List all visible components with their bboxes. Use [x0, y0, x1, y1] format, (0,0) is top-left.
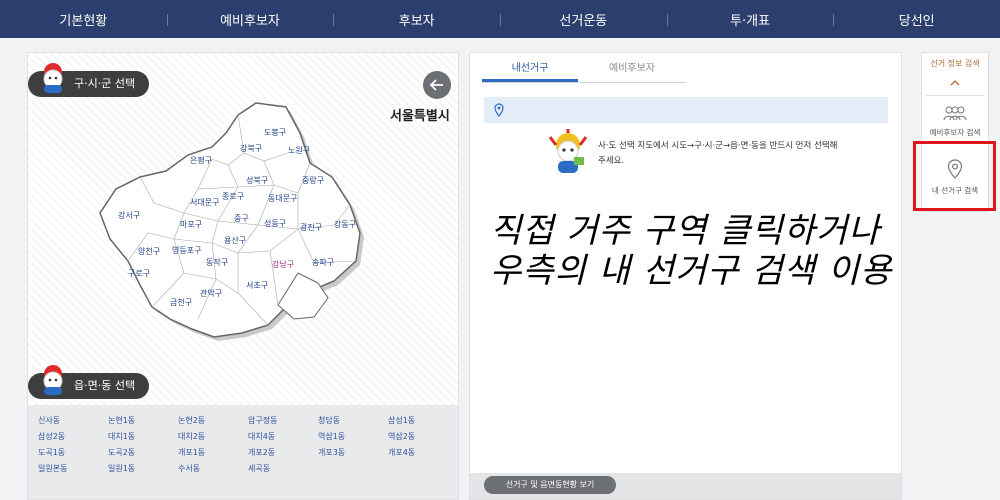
district-label[interactable]: 강북구	[240, 143, 262, 153]
nav-voting-counting[interactable]: 투·개표	[666, 10, 834, 29]
mascot-icon	[43, 365, 63, 395]
annotation-line-1: 직접 거주 구역 클릭하거나	[490, 211, 881, 251]
arrow-left-icon	[429, 79, 443, 91]
dong-item[interactable]: 대치4동	[248, 431, 318, 443]
dong-list-area: 신사동 논현1동 논현2동 압구정동 청담동 삼성1동 삼성2동 대치1동 대치2동 대치4동 역삼…	[28, 405, 458, 499]
district-label[interactable]: 종로구	[222, 192, 244, 201]
district-label[interactable]: 동작구	[206, 257, 228, 267]
people-icon	[943, 106, 967, 121]
district-label[interactable]: 은평구	[190, 155, 212, 165]
bottom-bar: 선거구 및 읍면동현황 보기	[470, 473, 901, 499]
district-label[interactable]: 양천구	[138, 246, 160, 256]
tab-my-district[interactable]: 내선거구	[482, 61, 578, 82]
view-district-status-button[interactable]: 선거구 및 읍면동현황 보기	[484, 476, 616, 494]
dong-item[interactable]: 일원본동	[38, 463, 108, 475]
nav-elected[interactable]: 당선인	[833, 10, 1000, 29]
preliminary-candidate-search-label: 예비후보자 검색	[929, 128, 981, 137]
district-label[interactable]: 중구	[234, 214, 249, 223]
divider	[926, 95, 984, 96]
dong-item[interactable]: 삼성1동	[388, 415, 458, 427]
dong-item[interactable]: 역삼1동	[318, 431, 388, 443]
map-pin-icon	[494, 103, 504, 117]
district-label[interactable]: 서초구	[246, 281, 268, 290]
nav-basic-status[interactable]: 기본현황	[0, 10, 167, 29]
map-panel: 구·시·군 선택 서울특별시 도봉구 강북구 노원구 은평구 성북구 중랑구 종…	[27, 52, 459, 500]
preliminary-candidate-search-button[interactable]: 예비후보자 검색	[922, 105, 988, 138]
annotation-overlay: 직접 거주 구역 클릭하거나 우측의 내 선거구 검색 이용	[490, 211, 910, 291]
annotation-line-2: 우측의 내 선거구 검색 이용	[490, 251, 893, 291]
tab-preliminary-candidates[interactable]: 예비후보자	[578, 61, 686, 82]
dong-item[interactable]: 역삼2동	[388, 431, 458, 443]
district-label[interactable]: 구로구	[128, 269, 150, 278]
back-arrow-button[interactable]	[423, 71, 451, 99]
district-label[interactable]: 동대문구	[268, 194, 297, 203]
dong-item[interactable]: 청담동	[318, 415, 388, 427]
election-district-panel: 내선거구 예비후보자 사·도 선택 지도에서 시도→구·시·군→읍·면·동을 반…	[469, 52, 902, 500]
nav-campaign[interactable]: 선거운동	[500, 10, 667, 29]
dong-item[interactable]: 대치2동	[178, 431, 248, 443]
district-label[interactable]: 마포구	[180, 220, 202, 229]
dong-item[interactable]: 일원1동	[108, 463, 178, 475]
instruction-text: 사·도 선택 지도에서 시도→구·시·군→읍·면·동을 반드시 먼저 선택해 주…	[598, 141, 838, 166]
district-label[interactable]: 성동구	[264, 219, 286, 228]
district-label[interactable]: 송파구	[312, 258, 334, 267]
dong-item[interactable]: 세곡동	[248, 463, 318, 475]
district-label[interactable]: 강동구	[334, 219, 356, 229]
district-label[interactable]: 강서구	[118, 210, 140, 220]
dong-item[interactable]: 삼성2동	[38, 431, 108, 443]
district-label[interactable]: 노원구	[288, 146, 310, 155]
nav-candidates[interactable]: 후보자	[333, 10, 500, 29]
dong-item[interactable]: 개포1동	[178, 447, 248, 459]
dong-item[interactable]: 개포2동	[248, 447, 318, 459]
dong-item[interactable]: 신사동	[38, 415, 108, 427]
top-nav: 기본현황 예비후보자 후보자 선거운동 투·개표 당선인	[0, 0, 1000, 38]
district-label-selected[interactable]: 강남구	[272, 259, 294, 269]
map-area: 구·시·군 선택 서울특별시 도봉구 강북구 노원구 은평구 성북구 중랑구 종…	[28, 53, 458, 405]
highlight-box	[913, 141, 996, 211]
seoul-map: 도봉구 강북구 노원구 은평구 성북구 중랑구 종로구 동대문구 서대문구 강서…	[99, 102, 364, 341]
tab-bar: 내선거구 예비후보자	[482, 61, 686, 83]
nav-preliminary-candidates[interactable]: 예비후보자	[166, 10, 334, 29]
district-label[interactable]: 성북구	[246, 176, 268, 185]
district-label[interactable]: 영등포구	[172, 245, 201, 255]
dong-item[interactable]: 논현1동	[108, 415, 178, 427]
district-label[interactable]: 중랑구	[302, 175, 324, 185]
district-label[interactable]: 광진구	[300, 222, 322, 232]
dong-grid: 신사동 논현1동 논현2동 압구정동 청담동 삼성1동 삼성2동 대치1동 대치2동 대치4동 역삼…	[38, 415, 458, 475]
district-label[interactable]: 관악구	[200, 288, 222, 298]
dong-item[interactable]: 개포3동	[318, 447, 388, 459]
mascot-icon	[43, 63, 63, 93]
dong-item[interactable]: 압구정동	[248, 415, 318, 427]
dong-item[interactable]: 수서동	[178, 463, 248, 475]
dong-item[interactable]: 개포4동	[388, 447, 458, 459]
city-title: 서울특별시	[390, 109, 450, 124]
sidebar-title: 선거 정보 검색	[930, 59, 980, 68]
mascot-helper-icon	[548, 129, 588, 173]
dong-item[interactable]: 대치1동	[108, 431, 178, 443]
dong-item[interactable]: 도곡2동	[108, 447, 178, 459]
chevron-up-icon[interactable]	[950, 79, 960, 87]
district-label[interactable]: 서대문구	[190, 198, 219, 207]
district-label[interactable]: 용산구	[224, 235, 246, 245]
district-label[interactable]: 금천구	[170, 297, 192, 307]
location-bar	[484, 97, 888, 123]
dong-item[interactable]: 논현2동	[178, 415, 248, 427]
district-label[interactable]: 도봉구	[264, 128, 286, 137]
dong-item[interactable]: 도곡1동	[38, 447, 108, 459]
